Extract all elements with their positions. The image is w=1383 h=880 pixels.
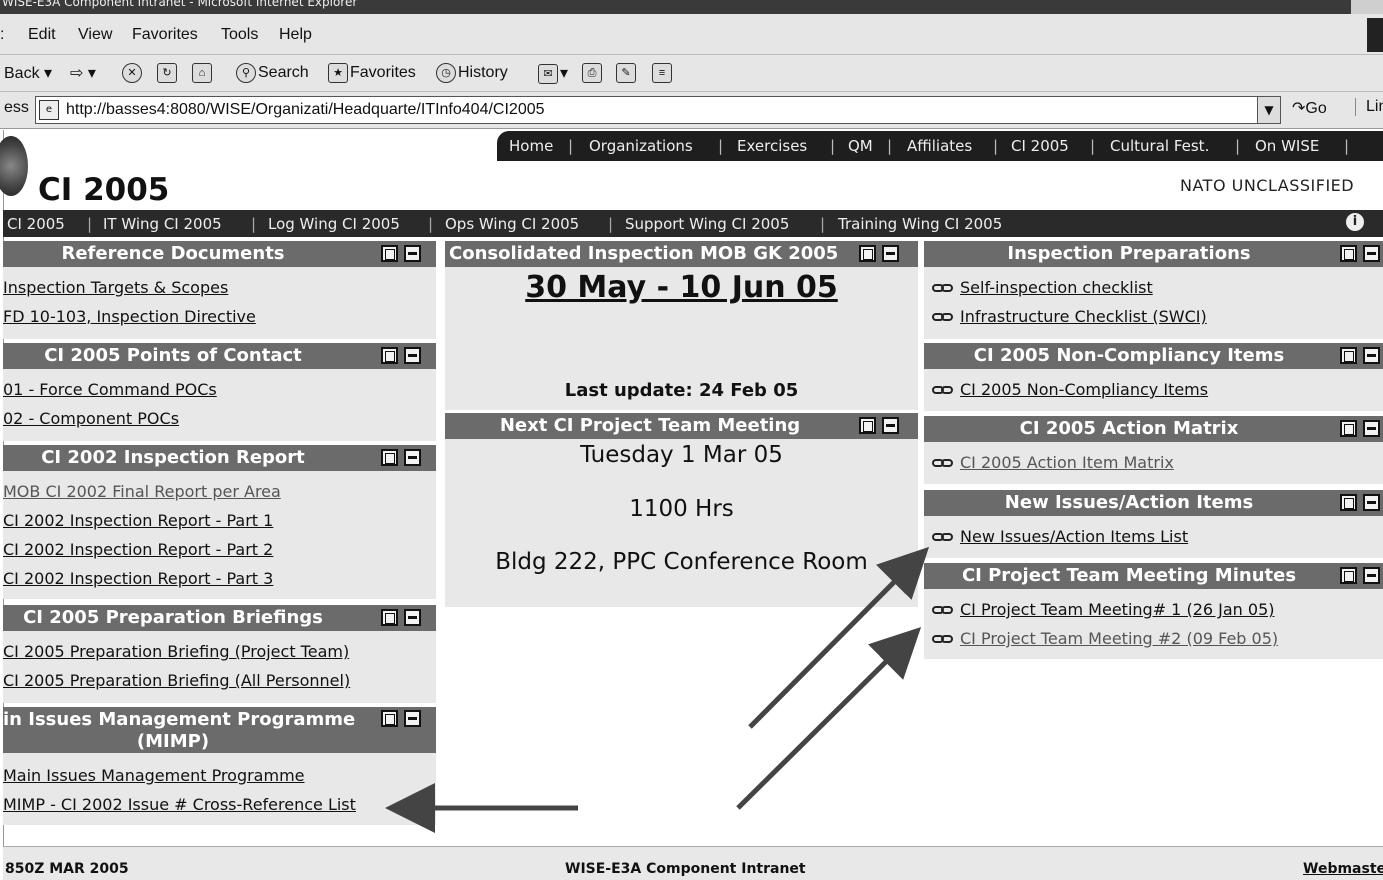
annotation-arrows <box>385 546 930 833</box>
footer-webmaster-link[interactable]: Webmaster <box>1303 861 1383 877</box>
footer-date: 850Z MAR 2005 <box>5 861 129 877</box>
arrow-to-meeting-minutes <box>736 626 922 810</box>
arrow-to-new-issues <box>748 546 930 729</box>
footer: 850Z MAR 2005 WISE-E3A Component Intrane… <box>3 846 1383 880</box>
footer-site-name: WISE-E3A Component Intranet <box>565 861 806 877</box>
